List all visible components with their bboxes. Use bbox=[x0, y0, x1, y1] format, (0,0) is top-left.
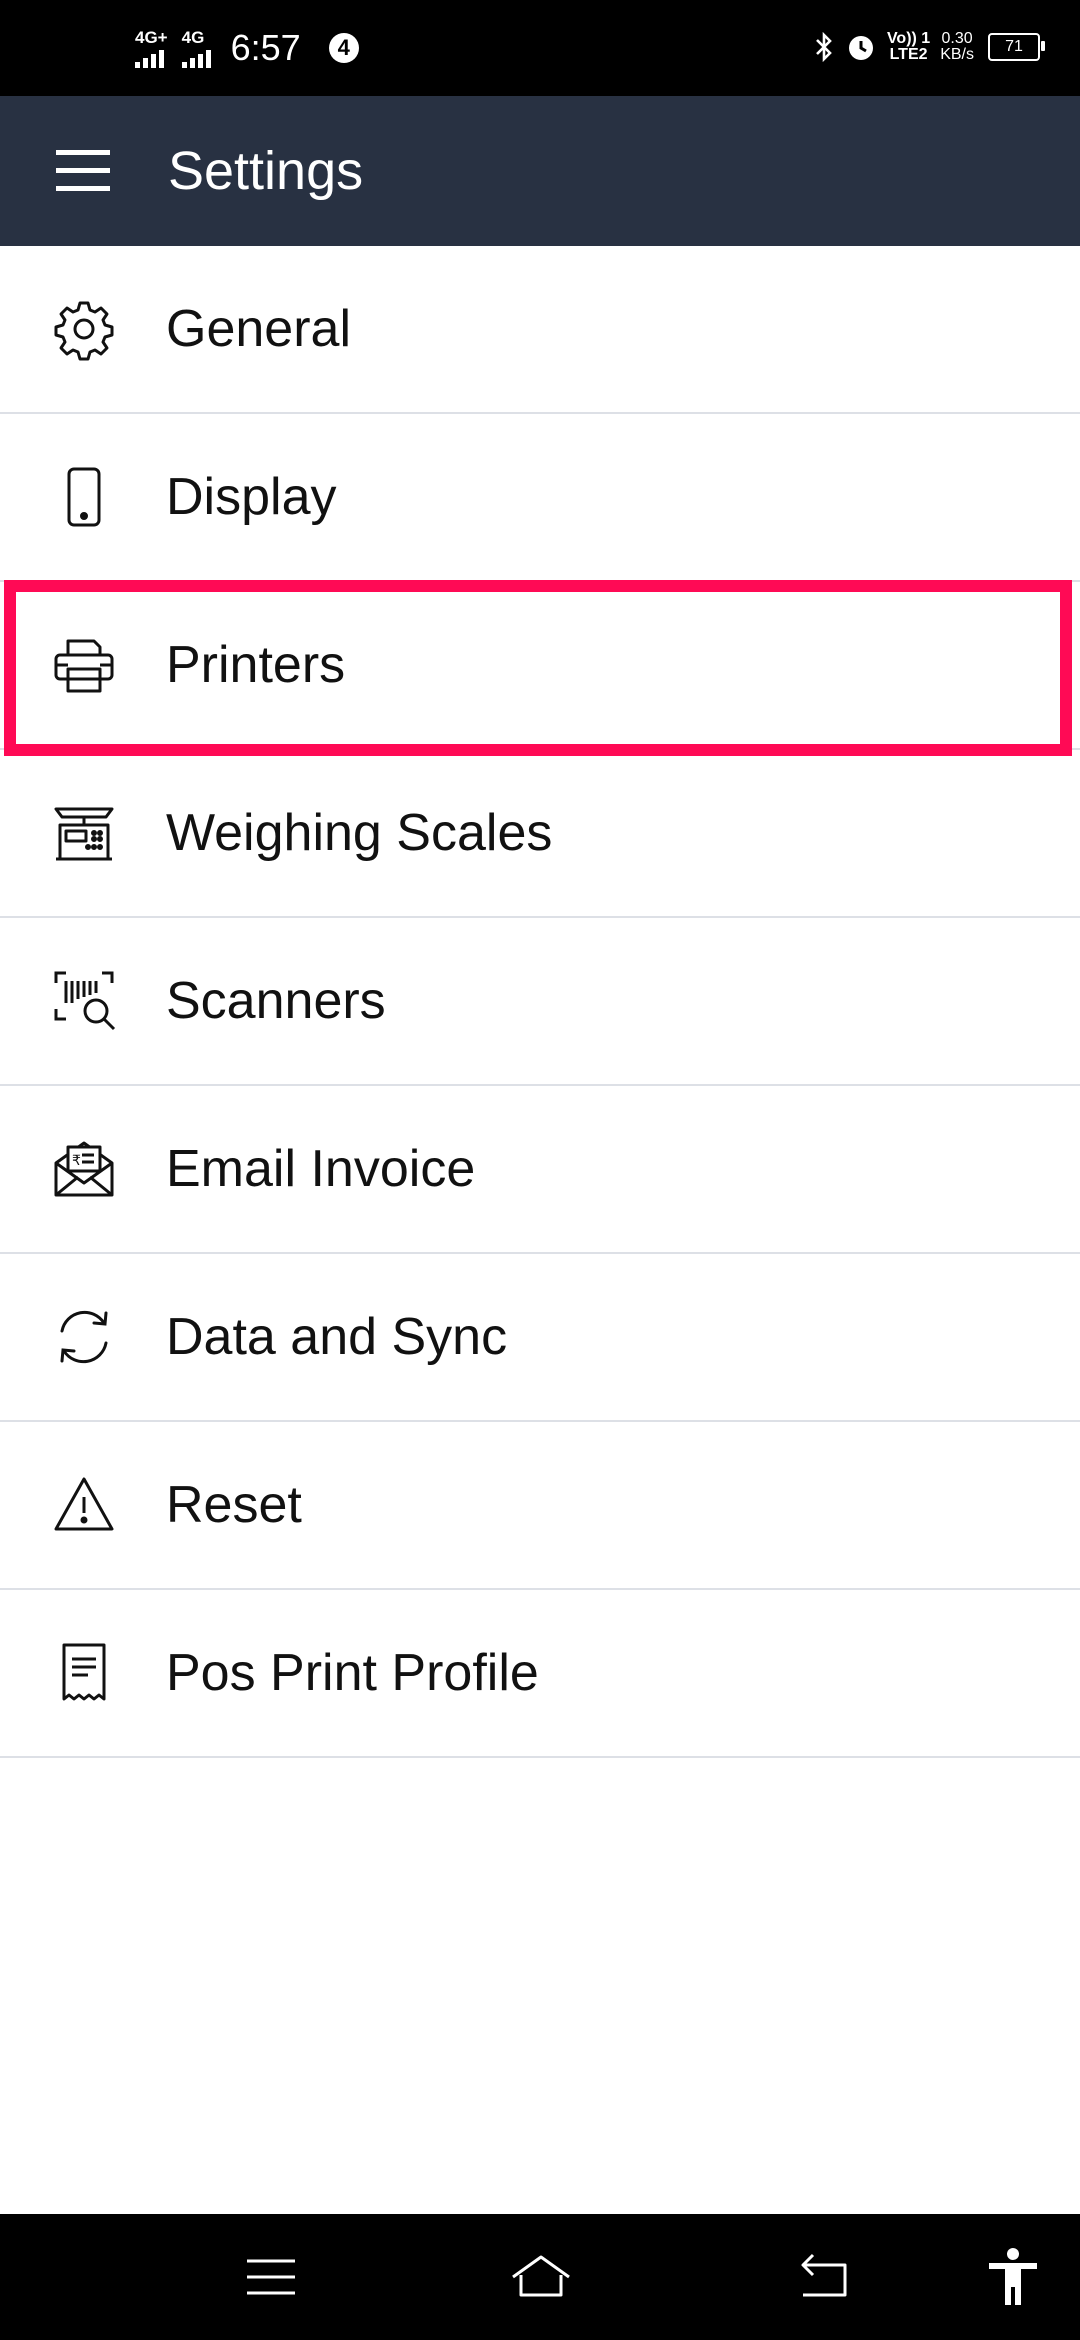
signal-bars-1-icon bbox=[135, 48, 164, 68]
settings-item-weighing-scales[interactable]: Weighing Scales bbox=[0, 750, 1080, 918]
svg-text:₹: ₹ bbox=[72, 1153, 81, 1169]
weighing-scale-icon bbox=[50, 799, 118, 867]
network-indicator-2: 4G bbox=[181, 27, 211, 68]
settings-item-label: Pos Print Profile bbox=[166, 1644, 539, 1702]
settings-item-label: Data and Sync bbox=[166, 1308, 508, 1366]
menu-icon bbox=[247, 2259, 295, 2295]
email-invoice-icon: ₹ bbox=[50, 1135, 118, 1203]
settings-list: General Display Printers Weighing Scales… bbox=[0, 246, 1080, 1758]
speed-unit: KB/s bbox=[940, 46, 974, 63]
bluetooth-icon bbox=[816, 32, 832, 62]
status-right: Vo)) 1 LTE2 0.30 KB/s 71 bbox=[813, 22, 1045, 72]
phone-icon bbox=[50, 463, 118, 531]
settings-item-label: Display bbox=[166, 468, 337, 526]
barcode-scanner-icon bbox=[50, 967, 118, 1035]
settings-item-printers[interactable]: Printers bbox=[0, 582, 1080, 750]
settings-item-label: General bbox=[166, 300, 351, 358]
network-type-2: 4G bbox=[181, 27, 205, 47]
settings-item-display[interactable]: Display bbox=[0, 414, 1080, 582]
network-indicator-1: 4G+ bbox=[135, 29, 168, 68]
printer-icon bbox=[50, 631, 118, 699]
settings-item-general[interactable]: General bbox=[0, 246, 1080, 414]
settings-item-label: Weighing Scales bbox=[166, 804, 553, 862]
settings-item-reset[interactable]: Reset bbox=[0, 1422, 1080, 1590]
battery-icon: 71 bbox=[988, 33, 1045, 61]
settings-item-scanners[interactable]: Scanners bbox=[0, 918, 1080, 1086]
nav-home-button[interactable] bbox=[506, 2244, 576, 2310]
hamburger-menu-icon bbox=[56, 150, 110, 191]
volte-bottom: LTE2 bbox=[889, 46, 928, 63]
sync-icon bbox=[50, 1303, 118, 1371]
warning-icon bbox=[50, 1471, 118, 1539]
page-title: Settings bbox=[168, 141, 364, 201]
back-icon bbox=[801, 2253, 847, 2297]
network-type-1: 4G+ bbox=[135, 27, 168, 47]
settings-item-label: Printers bbox=[166, 636, 346, 694]
alarm-clock-icon bbox=[848, 36, 873, 60]
settings-item-label: Email Invoice bbox=[166, 1140, 476, 1198]
hamburger-menu-button[interactable] bbox=[52, 144, 116, 198]
settings-item-pos-print-profile[interactable]: Pos Print Profile bbox=[0, 1590, 1080, 1758]
nav-accessibility-button[interactable] bbox=[978, 2244, 1048, 2310]
network-speed: 0.30 KB/s bbox=[940, 31, 974, 63]
status-time: 6:57 bbox=[230, 27, 301, 68]
settings-item-data-and-sync[interactable]: Data and Sync bbox=[0, 1254, 1080, 1422]
nav-menu-button[interactable] bbox=[236, 2244, 306, 2310]
navigation-bar bbox=[0, 2214, 1080, 2340]
home-icon bbox=[512, 2255, 570, 2297]
status-left: 4G+ 4G 6:57 4 bbox=[135, 18, 359, 78]
accessibility-icon bbox=[989, 2248, 1037, 2305]
settings-item-label: Scanners bbox=[166, 972, 386, 1030]
volte-indicator: Vo)) 1 LTE2 bbox=[887, 31, 930, 63]
notification-count-badge: 4 bbox=[328, 33, 359, 63]
receipt-icon bbox=[50, 1639, 118, 1707]
settings-item-label: Reset bbox=[166, 1476, 302, 1534]
app-bar: Settings bbox=[0, 96, 1080, 246]
speed-value: 0.30 bbox=[941, 30, 973, 47]
nav-back-button[interactable] bbox=[788, 2244, 858, 2310]
battery-level: 71 bbox=[1005, 38, 1023, 55]
volte-top: Vo)) 1 bbox=[886, 30, 931, 47]
status-bar: 4G+ 4G 6:57 4 Vo)) 1 LTE2 0.30 KB/s 71 bbox=[0, 0, 1080, 96]
signal-bars-2-icon bbox=[181, 48, 211, 68]
settings-item-email-invoice[interactable]: ₹ Email Invoice bbox=[0, 1086, 1080, 1254]
gear-icon bbox=[50, 295, 118, 363]
